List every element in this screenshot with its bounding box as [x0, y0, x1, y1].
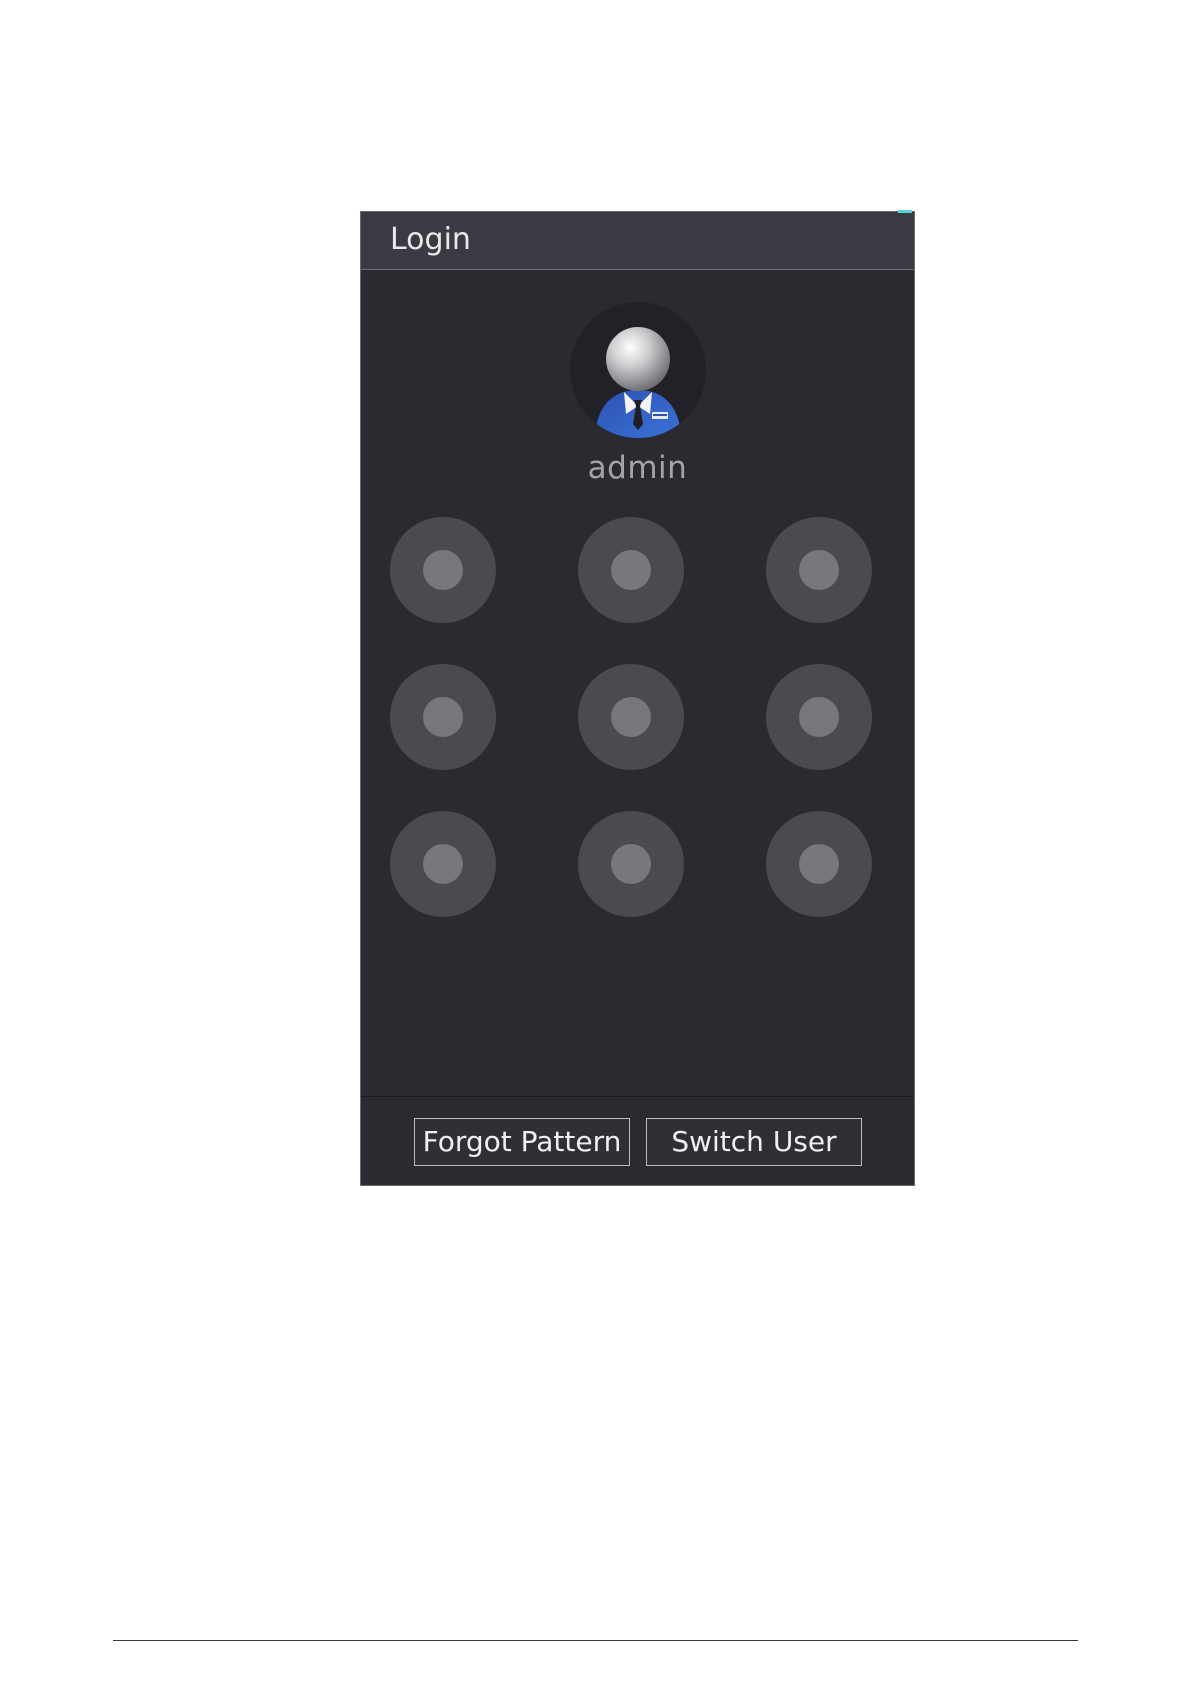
pattern-dot-8[interactable]	[578, 811, 684, 917]
switch-user-button[interactable]: Switch User	[646, 1118, 862, 1166]
pattern-grid	[361, 212, 914, 1185]
pattern-dot-6[interactable]	[766, 664, 872, 770]
pattern-dot-center	[799, 697, 839, 737]
pattern-dot-center	[611, 697, 651, 737]
pattern-dot-center	[799, 844, 839, 884]
pattern-dot-center	[611, 844, 651, 884]
pattern-dot-1[interactable]	[390, 517, 496, 623]
pattern-dot-center	[611, 550, 651, 590]
pattern-dot-7[interactable]	[390, 811, 496, 917]
pattern-dot-2[interactable]	[578, 517, 684, 623]
pattern-dot-9[interactable]	[766, 811, 872, 917]
pattern-dot-3[interactable]	[766, 517, 872, 623]
pattern-dot-5[interactable]	[578, 664, 684, 770]
pattern-dot-center	[423, 844, 463, 884]
pattern-dot-center	[799, 550, 839, 590]
pattern-dot-4[interactable]	[390, 664, 496, 770]
forgot-pattern-button[interactable]: Forgot Pattern	[414, 1118, 630, 1166]
pattern-dot-center	[423, 697, 463, 737]
page: Login admin Forgot Pattern Switch User	[0, 0, 1192, 1685]
page-divider	[113, 1640, 1078, 1641]
login-dialog: Login admin Forgot Pattern Switch User	[360, 210, 915, 1186]
pattern-dot-center	[423, 550, 463, 590]
dialog-footer: Forgot Pattern Switch User	[361, 1096, 914, 1185]
